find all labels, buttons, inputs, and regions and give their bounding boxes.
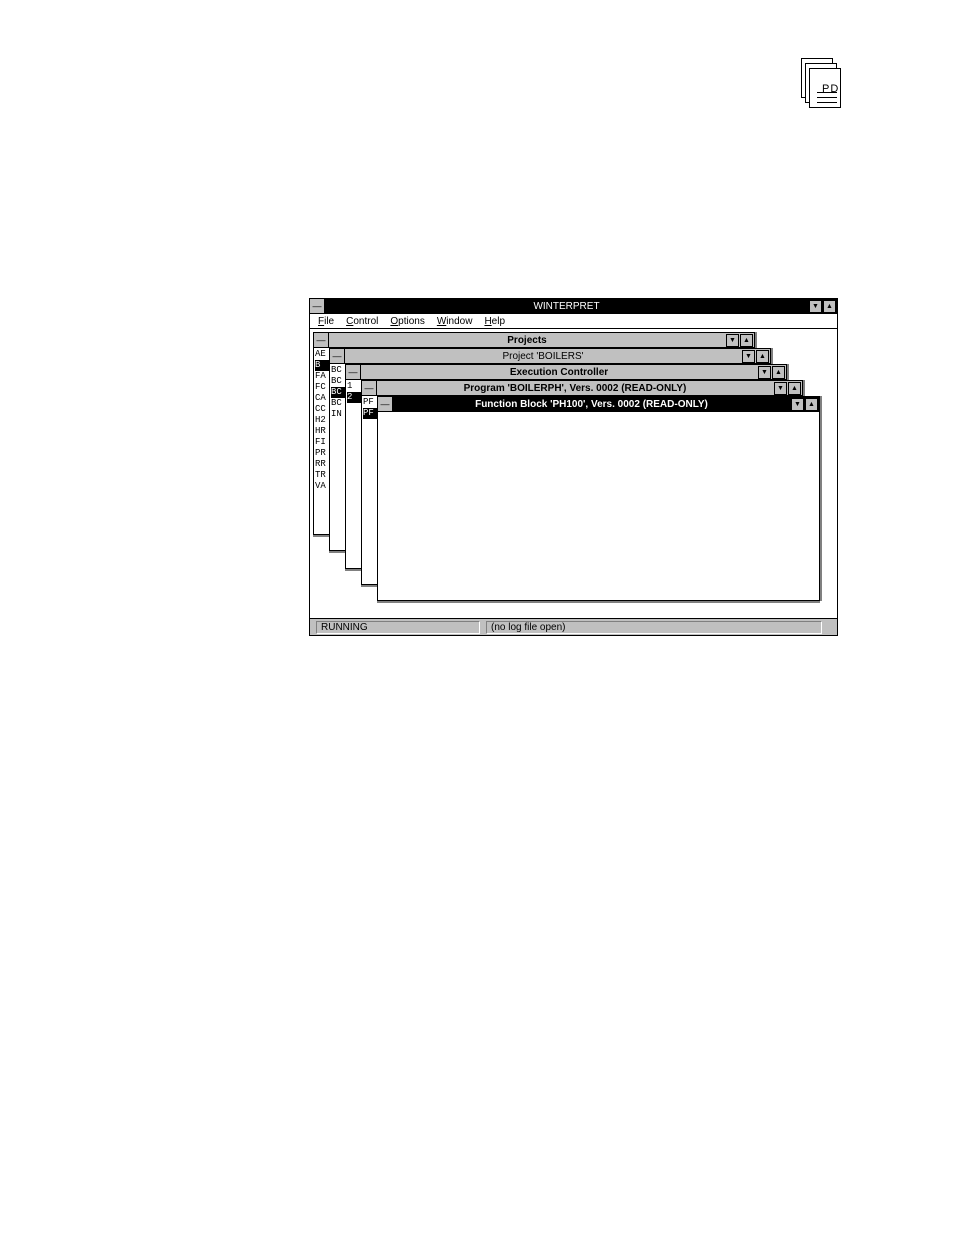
program-title: Program 'BOILERPH', Vers. 0002 (READ-ONL… [463,382,687,394]
maximize-button[interactable]: ▲ [805,397,818,411]
status-log: (no log file open) [486,620,822,634]
system-menu-icon[interactable]: — [362,381,377,395]
system-menu-icon[interactable]: — [330,349,345,363]
function-block-titlebar[interactable]: — Function Block 'PH100', Vers. 0002 (RE… [378,397,819,412]
system-menu-icon[interactable]: — [378,397,393,411]
app-title: WINTERPRET [533,300,600,312]
maximize-button[interactable]: ▲ [740,333,753,347]
menu-control[interactable]: Control [346,316,378,327]
function-block-window: — Function Block 'PH100', Vers. 0002 (RE… [377,396,820,601]
project-boilers-title: Project 'BOILERS' [502,350,584,362]
system-menu-icon[interactable]: — [346,365,361,379]
menu-help[interactable]: Help [484,316,505,327]
projects-titlebar[interactable]: — Projects ▼ ▲ [314,333,754,348]
program-titlebar[interactable]: — Program 'BOILERPH', Vers. 0002 (READ-O… [362,381,802,396]
execution-controller-title: Execution Controller [509,366,609,378]
menu-options[interactable]: Options [390,316,424,327]
sheet-line [817,97,837,98]
system-menu-icon[interactable]: — [314,333,329,347]
maximize-button[interactable]: ▲ [756,349,769,363]
sheet-line [817,102,837,103]
minimize-button[interactable]: ▼ [742,349,755,363]
sheet-line [817,92,837,93]
system-menu-icon[interactable]: — [310,299,325,313]
menu-file[interactable]: File [318,316,334,327]
minimize-button[interactable]: ▼ [758,365,771,379]
maximize-button[interactable]: ▲ [823,299,836,313]
maximize-button[interactable]: ▲ [788,381,801,395]
status-bar: RUNNING (no log file open) [310,618,837,635]
minimize-button[interactable]: ▼ [791,397,804,411]
menu-window[interactable]: Window [437,316,473,327]
projects-title: Projects [507,334,547,346]
winterpret-window: — WINTERPRET ▼ ▲ File Control Options Wi… [309,298,838,636]
app-titlebar[interactable]: — WINTERPRET ▼ ▲ [310,299,837,314]
function-block-title: Function Block 'PH100', Vers. 0002 (READ… [475,398,708,410]
maximize-button[interactable]: ▲ [772,365,785,379]
document-stack-icon: PD [801,58,843,112]
status-running: RUNNING [316,620,480,634]
minimize-button[interactable]: ▼ [809,299,822,313]
sheet-line [817,107,837,108]
menu-bar: File Control Options Window Help [310,314,837,329]
minimize-button[interactable]: ▼ [726,333,739,347]
execution-controller-titlebar[interactable]: — Execution Controller ▼ ▲ [346,365,786,380]
function-block-content[interactable] [378,412,819,600]
pd-label: PD [822,83,840,95]
project-boilers-titlebar[interactable]: — Project 'BOILERS' ▼ ▲ [330,349,770,364]
minimize-button[interactable]: ▼ [774,381,787,395]
